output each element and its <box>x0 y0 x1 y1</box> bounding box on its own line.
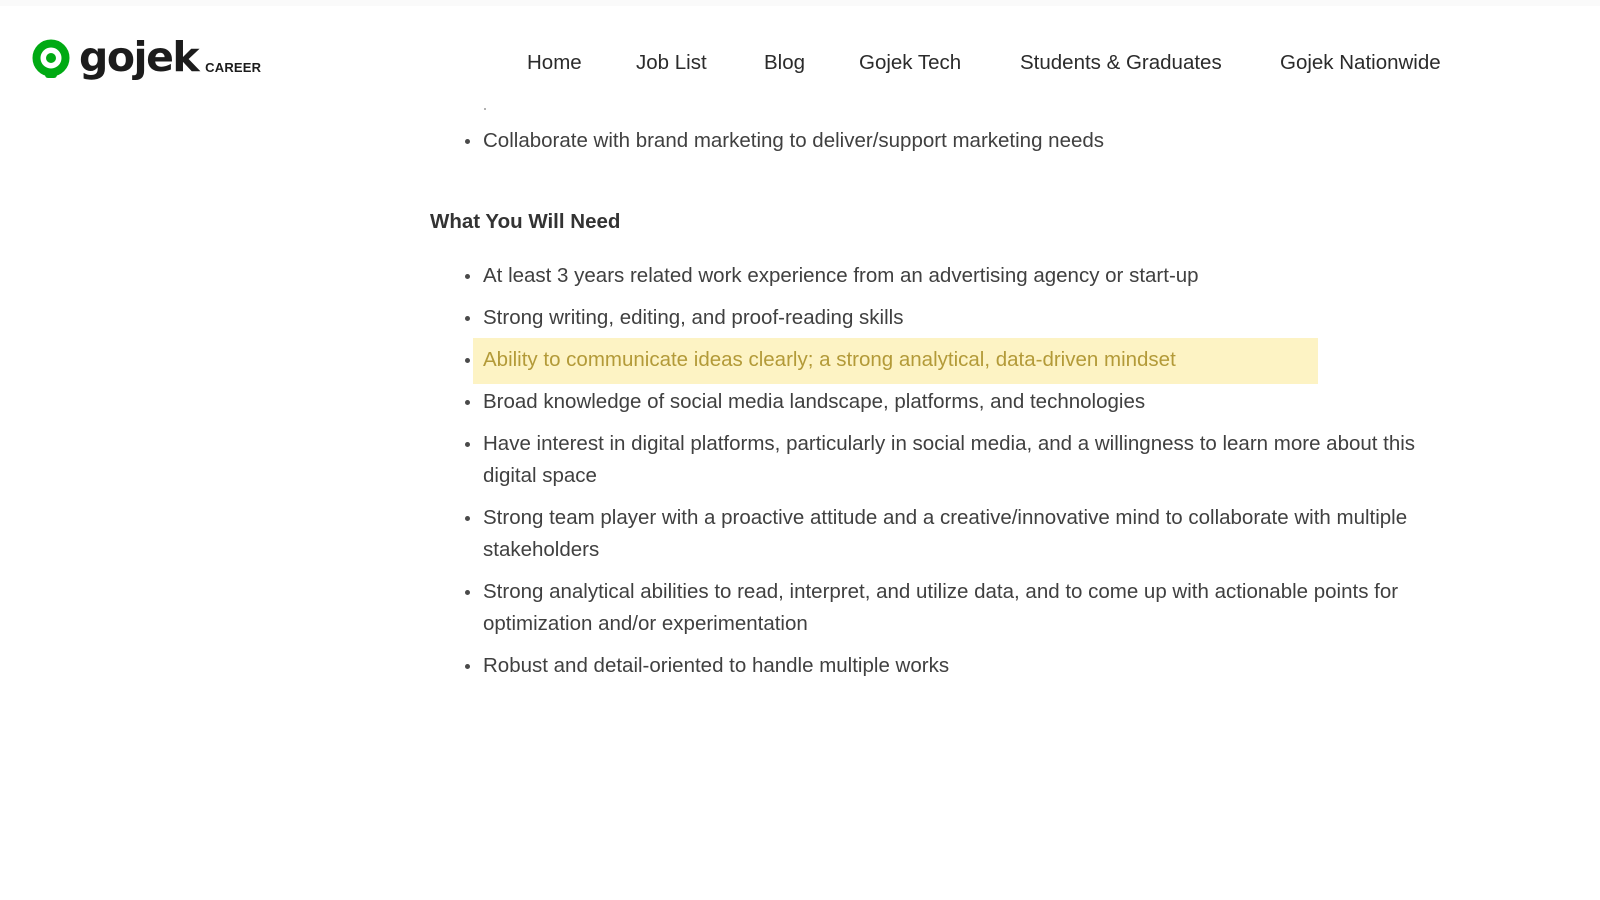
nav-gojek-nationwide[interactable]: Gojek Nationwide <box>1280 48 1441 78</box>
list-item: Strong analytical abilities to read, int… <box>462 576 1472 640</box>
bullet-icon <box>465 400 470 405</box>
nav-job-list[interactable]: Job List <box>636 48 707 78</box>
bullet-icon <box>465 590 470 595</box>
list-item: Strong writing, editing, and proof-readi… <box>462 302 1472 334</box>
nav-gojek-tech[interactable]: Gojek Tech <box>859 48 961 78</box>
bullet-icon <box>465 516 470 521</box>
list-item-text: Ability to communicate ideas clearly; a … <box>483 348 1176 371</box>
bullet-icon <box>465 442 470 447</box>
bullet-icon <box>465 274 470 279</box>
responsibilities-list-tail: Collaborate with brand marketing to deli… <box>462 125 1472 157</box>
bullet-icon <box>465 664 470 669</box>
nav-home[interactable]: Home <box>527 48 582 78</box>
section-heading: What You Will Need <box>430 210 621 233</box>
list-item-text: Broad knowledge of social media landscap… <box>483 390 1146 413</box>
bullet-icon <box>465 139 470 144</box>
list-fragment-dot <box>484 108 486 110</box>
main-nav: Home Job List Blog Gojek Tech Students &… <box>0 48 1600 78</box>
bullet-icon <box>465 316 470 321</box>
nav-students-graduates[interactable]: Students & Graduates <box>1020 48 1222 78</box>
list-item: Broad knowledge of social media landscap… <box>462 386 1472 418</box>
requirements-list: At least 3 years related work experience… <box>462 260 1472 692</box>
list-item-text: Collaborate with brand marketing to deli… <box>483 129 1105 152</box>
list-item: Strong team player with a proactive atti… <box>462 502 1472 566</box>
list-item-text: Have interest in digital platforms, part… <box>483 432 1416 487</box>
list-item: Robust and detail-oriented to handle mul… <box>462 650 1472 682</box>
list-item: Have interest in digital platforms, part… <box>462 428 1472 492</box>
list-item: At least 3 years related work experience… <box>462 260 1472 292</box>
list-item-text: Strong team player with a proactive atti… <box>483 506 1408 561</box>
list-item-text: At least 3 years related work experience… <box>483 264 1199 287</box>
nav-blog[interactable]: Blog <box>764 48 805 78</box>
list-item-text: Strong writing, editing, and proof-readi… <box>483 306 904 329</box>
list-item-text: Robust and detail-oriented to handle mul… <box>483 654 950 677</box>
highlighted-list-item: Ability to communicate ideas clearly; a … <box>462 338 1472 384</box>
list-item-text: Strong analytical abilities to read, int… <box>483 580 1399 635</box>
list-item: Collaborate with brand marketing to deli… <box>462 125 1472 157</box>
site-header: gojek CAREER Home Job List Blog Gojek Te… <box>0 6 1600 102</box>
job-description: Collaborate with brand marketing to deli… <box>0 102 1600 900</box>
bullet-icon <box>465 358 470 363</box>
